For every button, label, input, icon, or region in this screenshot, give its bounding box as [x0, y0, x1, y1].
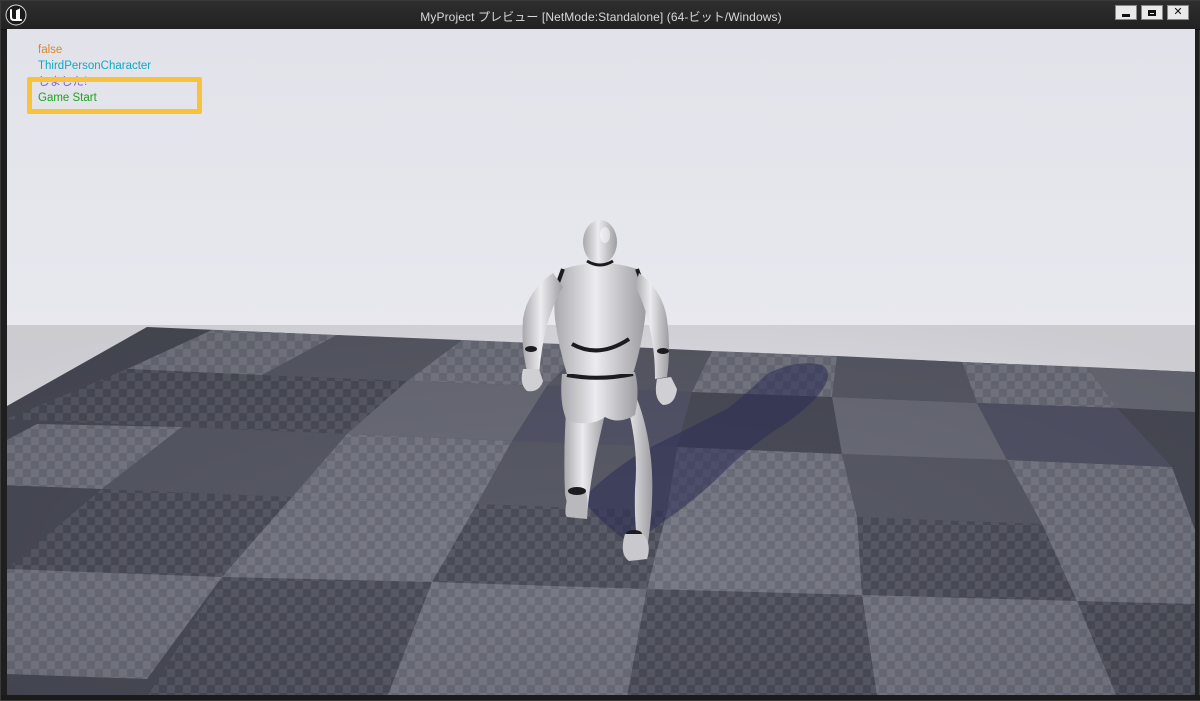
scene-render [7, 29, 1195, 697]
maximize-button[interactable] [1141, 5, 1163, 20]
window-title: MyProject プレビュー [NetMode:Standalone] (64… [420, 10, 782, 24]
game-preview-window: MyProject プレビュー [NetMode:Standalone] (64… [0, 0, 1200, 701]
minimize-icon [1122, 13, 1130, 17]
game-viewport[interactable] [7, 29, 1195, 697]
log-line-false: false [38, 44, 63, 56]
close-icon: ✕ [1173, 6, 1183, 18]
log-line-character-name: ThirdPersonCharacter [38, 60, 152, 72]
maximize-icon [1148, 9, 1156, 16]
window-controls: ✕ [1115, 5, 1189, 21]
window-bottom-border [1, 695, 1200, 700]
minimize-button[interactable] [1115, 5, 1137, 20]
close-button[interactable]: ✕ [1167, 5, 1189, 20]
title-bar[interactable]: MyProject プレビュー [NetMode:Standalone] (64… [1, 1, 1200, 30]
annotation-highlight-box [27, 77, 202, 114]
